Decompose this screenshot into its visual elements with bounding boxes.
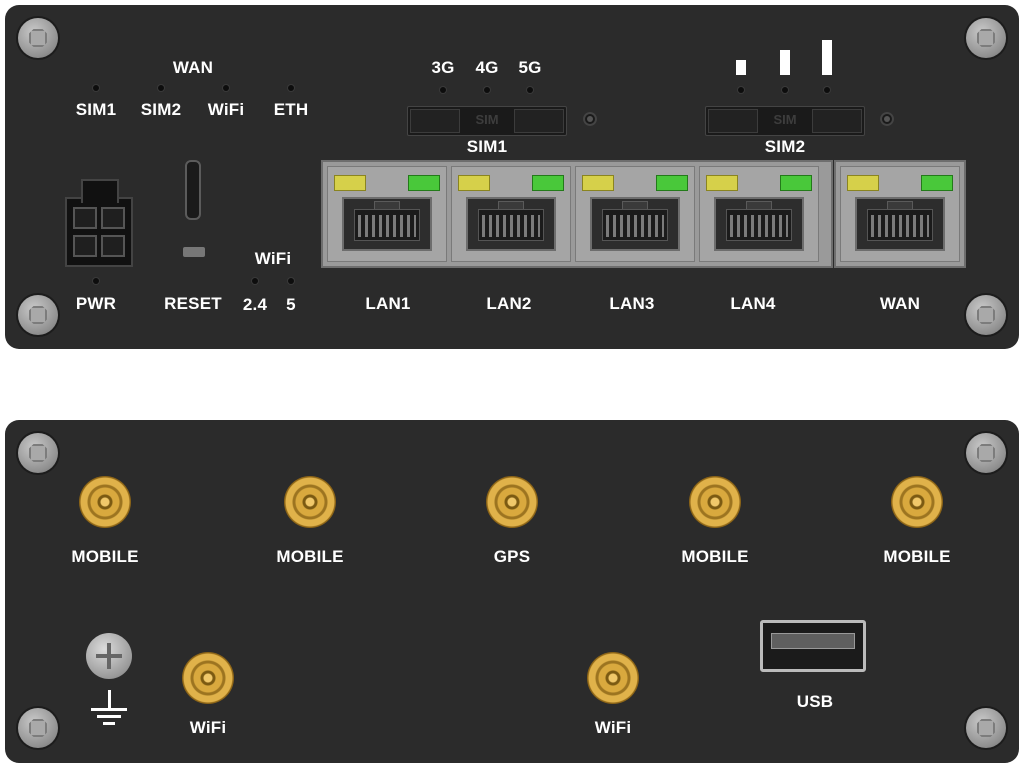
lan4-port[interactable] bbox=[699, 166, 819, 262]
3g-led-label: 3G bbox=[431, 58, 455, 77]
sim2-slot-print: SIM bbox=[773, 112, 797, 127]
power-led bbox=[93, 278, 99, 284]
sim2-slot[interactable]: SIM bbox=[705, 106, 865, 136]
sim1-eject-hole[interactable] bbox=[583, 112, 597, 126]
wifi-24-label: 2.4 bbox=[242, 295, 268, 314]
wifi-led-label: WiFi bbox=[207, 100, 245, 119]
screw-icon bbox=[18, 433, 58, 473]
antenna-label-5: MOBILE bbox=[883, 547, 951, 566]
3g-led bbox=[440, 87, 446, 93]
wifi-led bbox=[223, 85, 229, 91]
lan4-label: LAN4 bbox=[730, 294, 776, 313]
lan3-port[interactable] bbox=[575, 166, 695, 262]
reset-button[interactable] bbox=[183, 247, 205, 257]
wifi-5-led bbox=[288, 278, 294, 284]
sim1-led-label: SIM1 bbox=[75, 100, 117, 119]
signal-led-1 bbox=[738, 87, 744, 93]
antenna-label-1: MOBILE bbox=[71, 547, 139, 566]
lan1-label: LAN1 bbox=[365, 294, 411, 313]
toggle-switch[interactable] bbox=[185, 160, 201, 220]
antenna-label-3: GPS bbox=[493, 547, 531, 566]
ground-icon bbox=[89, 690, 129, 725]
rear-panel: MOBILE MOBILE GPS MOBILE MOBILE WiFi WiF… bbox=[5, 420, 1019, 763]
lan-port-block bbox=[321, 160, 833, 268]
wan-port[interactable] bbox=[840, 166, 960, 262]
4g-led-label: 4G bbox=[475, 58, 499, 77]
wifi-band-group-label: WiFi bbox=[254, 249, 292, 268]
sim2-eject-hole[interactable] bbox=[880, 112, 894, 126]
wifi-antenna-connector-right[interactable] bbox=[587, 652, 639, 704]
sim1-slot-label: SIM1 bbox=[466, 137, 508, 156]
wifi-label-right: WiFi bbox=[594, 718, 632, 737]
signal-bar-2-icon bbox=[780, 50, 790, 75]
mobile-antenna-connector-2[interactable] bbox=[284, 476, 336, 528]
signal-led-2 bbox=[782, 87, 788, 93]
mobile-antenna-connector-3[interactable] bbox=[689, 476, 741, 528]
wan-led-group-label: WAN bbox=[172, 58, 214, 77]
power-label: PWR bbox=[75, 294, 117, 313]
sim1-slot[interactable]: SIM bbox=[407, 106, 567, 136]
eth-led bbox=[288, 85, 294, 91]
usb-label: USB bbox=[796, 692, 834, 711]
lan2-port[interactable] bbox=[451, 166, 571, 262]
signal-led-3 bbox=[824, 87, 830, 93]
lan2-label: LAN2 bbox=[486, 294, 532, 313]
wifi-antenna-connector-left[interactable] bbox=[182, 652, 234, 704]
5g-led-label: 5G bbox=[518, 58, 542, 77]
mobile-antenna-connector-1[interactable] bbox=[79, 476, 131, 528]
wan-label: WAN bbox=[879, 294, 921, 313]
sim2-slot-label: SIM2 bbox=[764, 137, 806, 156]
4g-led bbox=[484, 87, 490, 93]
screw-icon bbox=[966, 295, 1006, 335]
usb-port[interactable] bbox=[760, 620, 866, 672]
signal-bar-1-icon bbox=[736, 60, 746, 75]
sim1-led bbox=[93, 85, 99, 91]
mobile-antenna-connector-4[interactable] bbox=[891, 476, 943, 528]
screw-icon bbox=[18, 18, 58, 58]
screw-icon bbox=[966, 18, 1006, 58]
signal-bar-3-icon bbox=[822, 40, 832, 75]
sim2-led bbox=[158, 85, 164, 91]
screw-icon bbox=[18, 708, 58, 748]
gps-antenna-connector[interactable] bbox=[486, 476, 538, 528]
screw-icon bbox=[18, 295, 58, 335]
sim2-led-label: SIM2 bbox=[140, 100, 182, 119]
wifi-label-left: WiFi bbox=[189, 718, 227, 737]
ground-screw[interactable] bbox=[86, 633, 132, 679]
eth-led-label: ETH bbox=[273, 100, 309, 119]
wan-port-block bbox=[834, 160, 966, 268]
lan3-label: LAN3 bbox=[609, 294, 655, 313]
screw-icon bbox=[966, 433, 1006, 473]
sim1-slot-print: SIM bbox=[475, 112, 499, 127]
wifi-24-led bbox=[252, 278, 258, 284]
power-connector[interactable] bbox=[65, 179, 133, 267]
front-panel: WAN SIM1 SIM2 WiFi ETH 3G 4G 5G SIM SIM1… bbox=[5, 5, 1019, 349]
wifi-5-label: 5 bbox=[286, 295, 296, 314]
screw-icon bbox=[966, 708, 1006, 748]
antenna-label-2: MOBILE bbox=[276, 547, 344, 566]
lan1-port[interactable] bbox=[327, 166, 447, 262]
reset-label: RESET bbox=[164, 294, 222, 313]
5g-led bbox=[527, 87, 533, 93]
antenna-label-4: MOBILE bbox=[681, 547, 749, 566]
